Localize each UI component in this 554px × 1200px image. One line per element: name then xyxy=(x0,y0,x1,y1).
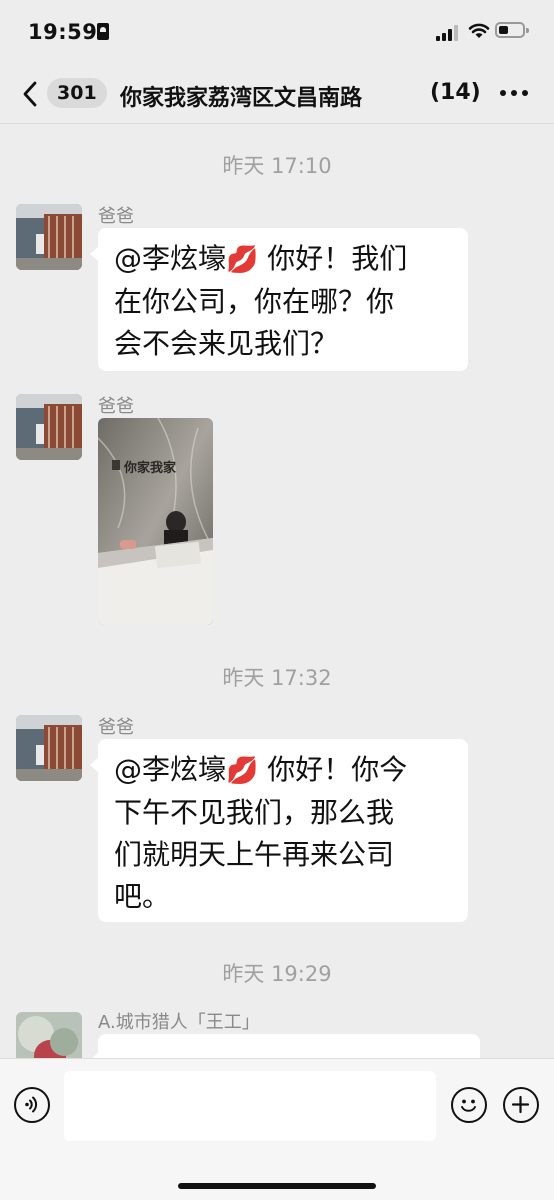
battery-icon xyxy=(495,22,529,38)
chat-title: 你家我家荔湾区文昌南路 xyxy=(120,86,363,111)
avatar[interactable] xyxy=(16,715,82,781)
sender-name: A.城市猎人「王工」 xyxy=(98,1012,260,1033)
avatar[interactable] xyxy=(16,1012,82,1058)
plus-button[interactable] xyxy=(503,1087,539,1123)
emoji-icon xyxy=(461,1099,476,1112)
back-chevron-icon xyxy=(23,81,37,107)
member-count: (14) xyxy=(430,80,481,105)
kiss-emoji: 💋 xyxy=(226,756,259,786)
input-bar xyxy=(0,1058,554,1200)
message-bubble[interactable] xyxy=(90,1034,480,1058)
mention[interactable]: @李炫壕 xyxy=(114,753,226,786)
status-time: 19:59 xyxy=(28,20,98,44)
timestamp: 昨天 17:10 xyxy=(222,154,332,178)
message-list[interactable]: 昨天 17:10 爸爸 @李炫壕💋 你好！我们 在你公司，你在哪？你 会不会来见… xyxy=(0,124,554,1058)
kiss-emoji: 💋 xyxy=(226,245,259,275)
avatar[interactable] xyxy=(16,204,82,270)
sender-name: 爸爸 xyxy=(98,717,134,738)
message-line: 吧。 xyxy=(114,880,171,913)
timestamp: 昨天 19:29 xyxy=(222,962,332,986)
message-line: 们就明天上午再来公司 xyxy=(114,838,395,871)
sim-lock-icon xyxy=(97,23,109,40)
voice-button[interactable] xyxy=(14,1087,50,1123)
home-indicator[interactable] xyxy=(178,1183,376,1189)
back-button[interactable]: 301 xyxy=(14,72,107,112)
unread-count-badge: 301 xyxy=(47,78,107,108)
mention[interactable]: @李炫壕 xyxy=(114,242,226,275)
voice-icon xyxy=(25,1096,38,1113)
message-line: 下午不见我们，那么我 xyxy=(114,796,395,829)
sender-name: 爸爸 xyxy=(98,206,134,227)
message-bubble[interactable]: @李炫壕💋 你好！你今 下午不见我们，那么我 们就明天上午再来公司 吧。 xyxy=(90,739,468,922)
more-icon xyxy=(500,90,506,96)
wifi-icon xyxy=(468,23,490,38)
timestamp: 昨天 17:32 xyxy=(222,666,332,690)
signal-icon xyxy=(436,25,458,41)
message-line: 你好！你今 xyxy=(267,753,408,786)
more-button[interactable] xyxy=(494,82,534,106)
plus-icon xyxy=(511,1095,530,1114)
emoji-button[interactable] xyxy=(451,1087,487,1123)
company-sign: 你家我家 xyxy=(123,460,177,475)
message-input[interactable] xyxy=(64,1071,436,1141)
chat-header: 301 你家我家荔湾区文昌南路 (14) xyxy=(0,62,554,124)
message-line: 你好！我们 xyxy=(267,242,408,275)
message-line: 会不会来见我们？ xyxy=(114,327,339,360)
sender-name: 爸爸 xyxy=(98,396,134,417)
image-message[interactable]: 你家我家 xyxy=(98,418,213,625)
status-bar: 19:59 xyxy=(0,0,554,62)
message-line: 在你公司，你在哪？你 xyxy=(114,285,395,318)
avatar[interactable] xyxy=(16,394,82,460)
message-bubble[interactable]: @李炫壕💋 你好！我们 在你公司，你在哪？你 会不会来见我们？ xyxy=(90,228,468,371)
